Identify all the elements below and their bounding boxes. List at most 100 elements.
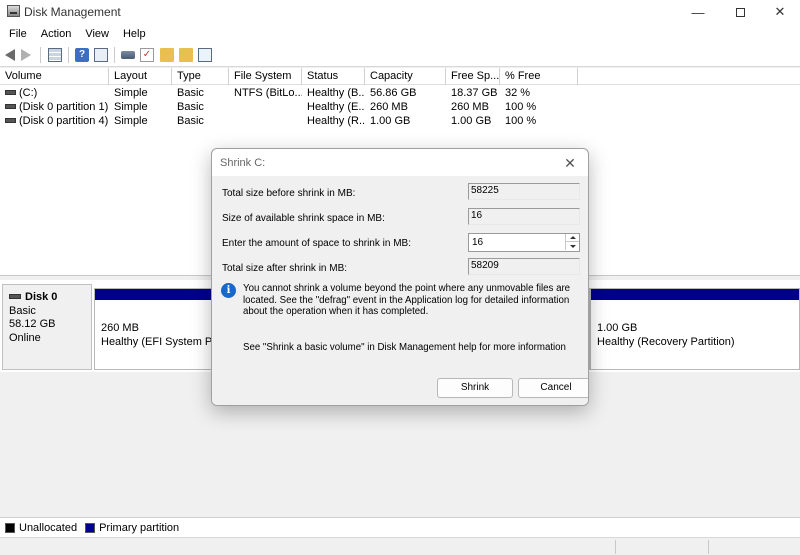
disk-size: 58.12 GB (9, 318, 56, 330)
disk-icon (9, 293, 21, 299)
status-divider (708, 540, 709, 554)
total-before-value: 58225 (468, 183, 580, 200)
info-icon: i (221, 283, 236, 298)
menu-view[interactable]: View (78, 28, 116, 40)
window-title: Disk Management (24, 5, 121, 19)
primary-partition-swatch (85, 522, 96, 533)
check-icon[interactable]: ✓ (140, 48, 154, 62)
minimize-icon: — (691, 4, 705, 20)
menu-bar: File Action View Help (0, 24, 800, 44)
properties-icon[interactable] (198, 48, 212, 62)
partition-status: Healthy (EFI System Partition) (101, 336, 219, 348)
layout-cell: Simple (114, 115, 148, 127)
capacity-cell: 260 MB (370, 101, 408, 113)
list-view-icon[interactable] (94, 48, 108, 62)
menu-action[interactable]: Action (34, 28, 79, 40)
volume-icon (5, 103, 16, 109)
total-before-label: Total size before shrink in MB: (222, 188, 356, 199)
type-cell: Basic (177, 101, 204, 113)
status-cell: Healthy (B... (307, 87, 365, 99)
toolbar-separator (40, 47, 41, 63)
close-window-button[interactable]: ✕ (760, 0, 800, 24)
toolbar-separator (68, 47, 69, 63)
info-message: You cannot shrink a volume beyond the po… (243, 283, 571, 317)
shrink-dialog: Shrink C: ✕ Total size before shrink in … (211, 148, 589, 406)
table-row[interactable]: (Disk 0 partition 4) Simple Basic Health… (0, 114, 800, 128)
percent-free-cell: 100 % (505, 101, 537, 113)
volume-list-header: Volume Layout Type File System Status Ca… (0, 68, 800, 85)
menu-help[interactable]: Help (116, 28, 153, 40)
column-header-volume[interactable]: Volume (0, 68, 109, 85)
status-cell: Healthy (E... (307, 101, 365, 113)
column-header-free-space[interactable]: Free Sp... (446, 68, 500, 85)
primary-partition-bar (95, 289, 218, 300)
disk-icon[interactable] (121, 51, 135, 59)
grid-view-icon[interactable] (48, 48, 62, 62)
disk-name: Disk 0 (25, 291, 58, 303)
column-header-file-system[interactable]: File System (229, 68, 302, 85)
disk-state: Online (9, 331, 41, 344)
disk-management-app-icon (7, 5, 20, 17)
file-system-cell: NTFS (BitLo... (234, 87, 302, 99)
legend: Unallocated Primary partition (0, 517, 800, 537)
dialog-title: Shrink C: (220, 157, 266, 169)
title-bar: Disk Management — ✕ (0, 0, 800, 24)
column-header-status[interactable]: Status (302, 68, 365, 85)
capacity-cell: 1.00 GB (370, 115, 411, 127)
percent-free-cell: 32 % (505, 87, 531, 99)
decrement-button[interactable] (565, 242, 579, 250)
back-arrow-icon (5, 49, 15, 61)
partition-efi-info: 260 MB Healthy (EFI System Partition) (101, 321, 219, 349)
partition-status: Healthy (Recovery Partition) (597, 336, 735, 348)
forward-arrow-icon (21, 49, 31, 61)
column-header-percent-free[interactable]: % Free (500, 68, 578, 85)
table-row[interactable]: (Disk 0 partition 1) Simple Basic Health… (0, 100, 800, 114)
free-space-cell: 260 MB (451, 101, 489, 113)
status-bar (0, 537, 800, 555)
free-space-cell: 1.00 GB (451, 115, 492, 127)
type-cell: Basic (177, 87, 204, 99)
close-icon: ✕ (564, 155, 576, 171)
help-icon[interactable]: ? (75, 48, 89, 62)
partition-recovery[interactable]: 1.00 GB Healthy (Recovery Partition) (590, 288, 800, 370)
layout-cell: Simple (114, 87, 148, 99)
total-after-value: 58209 (468, 258, 580, 275)
increment-button[interactable] (565, 234, 579, 242)
column-header-capacity[interactable]: Capacity (365, 68, 446, 85)
shrink-amount-label: Enter the amount of space to shrink in M… (222, 238, 411, 249)
help-link-text[interactable]: See "Shrink a basic volume" in Disk Mana… (243, 342, 566, 353)
volume-cell: (Disk 0 partition 1) (0, 100, 109, 114)
legend-unallocated: Unallocated (5, 522, 77, 534)
close-icon: ✕ (774, 4, 786, 19)
back-button[interactable] (5, 48, 19, 62)
type-cell: Basic (177, 115, 204, 127)
disk-0-label[interactable]: Disk 0 Basic 58.12 GB Online (2, 284, 92, 370)
percent-free-cell: 100 % (505, 115, 537, 127)
column-header-type[interactable]: Type (172, 68, 229, 85)
primary-partition-bar (591, 289, 799, 300)
shrink-button[interactable]: Shrink (437, 378, 513, 398)
shrink-amount-input[interactable] (469, 234, 565, 251)
partition-recovery-info: 1.00 GB Healthy (Recovery Partition) (597, 321, 797, 349)
chevron-down-icon (569, 244, 576, 248)
free-space-cell: 18.37 GB (451, 87, 498, 99)
capacity-cell: 56.86 GB (370, 87, 417, 99)
menu-file[interactable]: File (2, 28, 34, 40)
shrink-amount-stepper[interactable] (468, 233, 580, 252)
column-header-layout[interactable]: Layout (109, 68, 172, 85)
minimize-button[interactable]: — (678, 0, 718, 24)
cancel-button[interactable]: Cancel (518, 378, 588, 398)
volume-cell: (C:) (0, 86, 109, 100)
partition-efi[interactable]: 260 MB Healthy (EFI System Partition) (94, 288, 219, 370)
dialog-close-button[interactable]: ✕ (560, 153, 580, 173)
maximize-button[interactable] (720, 0, 760, 24)
file-system-cell (229, 100, 302, 114)
total-after-label: Total size after shrink in MB: (222, 263, 348, 274)
folder-icon[interactable] (160, 48, 174, 62)
forward-button[interactable] (21, 48, 35, 62)
table-row[interactable]: (C:) Simple Basic NTFS (BitLo... Healthy… (0, 86, 800, 100)
search-icon[interactable] (179, 48, 193, 62)
chevron-up-icon (569, 236, 576, 239)
toolbar-separator (114, 47, 115, 63)
available-space-value: 16 (468, 208, 580, 225)
